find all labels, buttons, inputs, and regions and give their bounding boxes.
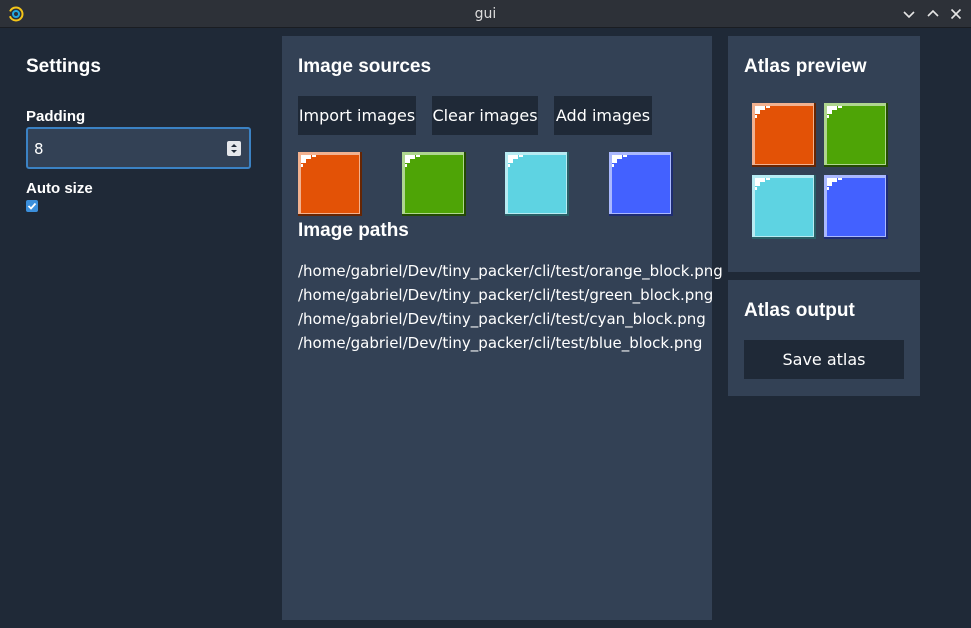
window-titlebar[interactable]: gui (0, 0, 971, 28)
image-path-item: /home/gabriel/Dev/tiny_packer/cli/test/g… (298, 286, 714, 304)
atlas-tile-blue (824, 175, 888, 239)
import-images-button[interactable]: Import images (298, 96, 416, 135)
atlas-tile-cyan (752, 175, 816, 239)
close-icon[interactable] (947, 5, 965, 23)
thumbnail-green-block (402, 152, 466, 216)
image-path-item: /home/gabriel/Dev/tiny_packer/cli/test/b… (298, 334, 703, 352)
atlas-output-title: Atlas output (744, 300, 855, 321)
image-paths-title: Image paths (298, 220, 409, 241)
auto-size-label: Auto size (26, 180, 93, 197)
atlas-output-panel: Atlas output Save atlas (728, 280, 920, 396)
clear-images-button[interactable]: Clear images (432, 96, 538, 135)
save-atlas-button[interactable]: Save atlas (744, 340, 904, 379)
atlas-preview-panel: Atlas preview (728, 36, 920, 272)
thumbnail-orange-block (298, 152, 362, 216)
maximize-icon[interactable] (924, 5, 942, 23)
padding-number-input[interactable] (26, 127, 251, 169)
minimize-icon[interactable] (900, 5, 918, 23)
image-sources-panel: Image sources Import images Clear images… (282, 36, 723, 620)
atlas-tile-orange (752, 103, 816, 167)
padding-input[interactable] (34, 138, 214, 160)
atlas-preview-title: Atlas preview (744, 56, 867, 77)
window-title: gui (474, 6, 497, 22)
image-sources-title: Image sources (298, 56, 432, 77)
add-images-button[interactable]: Add images (554, 96, 652, 135)
padding-label: Padding (26, 108, 86, 125)
auto-size-checkbox[interactable] (26, 200, 38, 212)
image-path-item: /home/gabriel/Dev/tiny_packer/cli/test/c… (298, 310, 706, 328)
thumbnail-cyan-block (505, 152, 569, 216)
settings-title: Settings (26, 56, 101, 77)
image-path-item: /home/gabriel/Dev/tiny_packer/cli/test/o… (298, 262, 723, 280)
stepper-arrows-icon[interactable] (227, 141, 241, 156)
thumbnail-blue-block (609, 152, 673, 216)
main-area: Settings Padding Auto size Image sources… (0, 28, 971, 628)
atlas-tile-green (824, 103, 888, 167)
